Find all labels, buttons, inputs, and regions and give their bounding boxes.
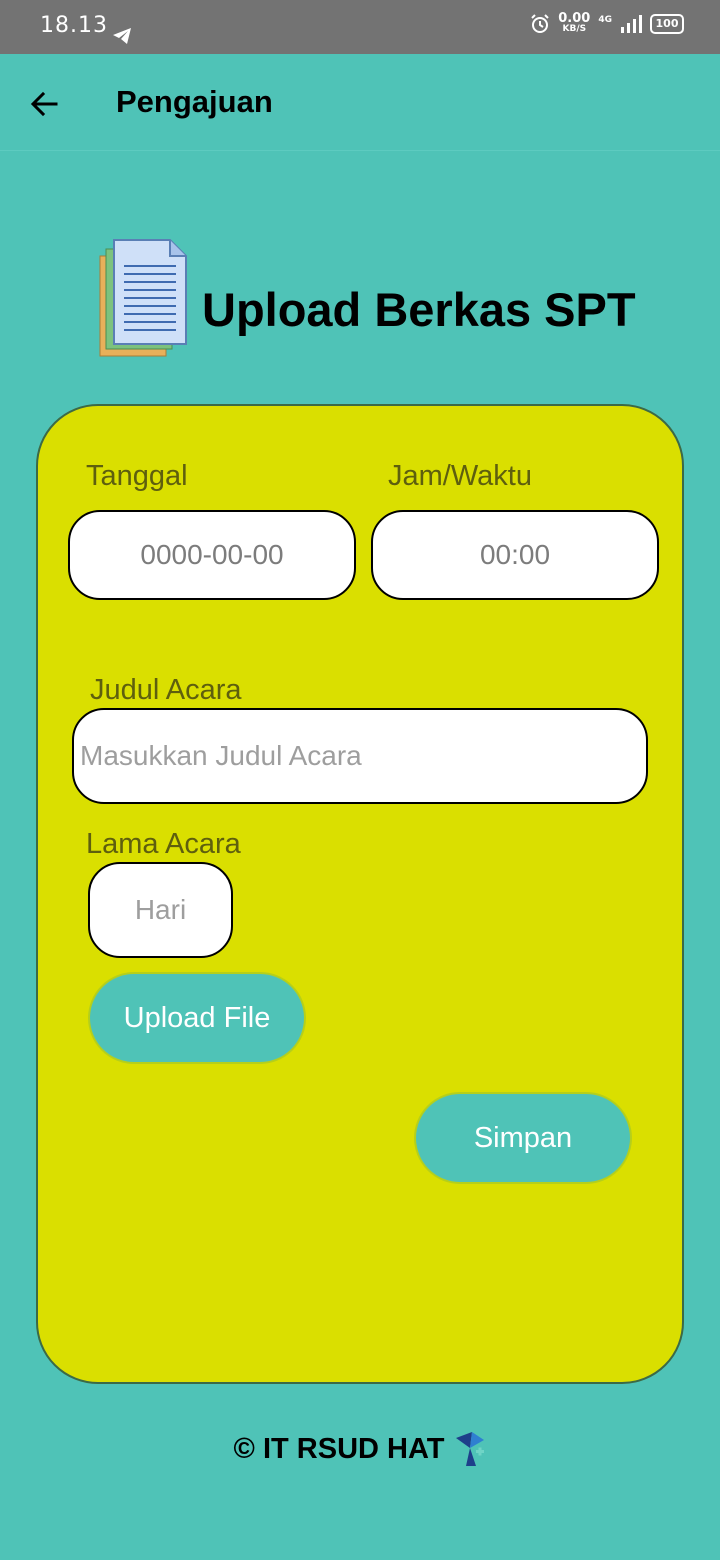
- footer: © IT RSUD HAT: [0, 1430, 720, 1468]
- network-speed-value: 0.00: [558, 11, 591, 26]
- app-bar: Pengajuan: [0, 54, 720, 151]
- form-card: Tanggal Jam/Waktu 0000-00-00 00:00 Judul…: [36, 404, 684, 1384]
- status-bar: 18.13 0.00 KB/S 4G 100: [0, 0, 720, 54]
- date-label: Tanggal: [86, 460, 188, 492]
- network-type: 4G: [598, 15, 612, 25]
- save-button[interactable]: Simpan: [414, 1092, 632, 1184]
- document-stack-icon: [99, 239, 187, 357]
- page-title: Pengajuan: [116, 84, 273, 119]
- network-speed: 0.00 KB/S: [558, 11, 591, 34]
- time-field[interactable]: 00:00: [371, 510, 659, 600]
- telegram-icon: [113, 28, 131, 44]
- time-label: Jam/Waktu: [388, 460, 532, 492]
- event-title-input[interactable]: Masukkan Judul Acara: [72, 708, 648, 804]
- battery-level: 100: [650, 14, 684, 34]
- status-indicators: 0.00 KB/S 4G 100: [530, 11, 684, 34]
- back-button[interactable]: [24, 84, 64, 124]
- status-time: 18.13: [40, 13, 108, 38]
- signal-icon: [621, 15, 642, 33]
- upload-file-button[interactable]: Upload File: [88, 972, 306, 1064]
- page-heading: Upload Berkas SPT: [202, 283, 636, 336]
- network-speed-unit: KB/S: [562, 24, 587, 34]
- date-field[interactable]: 0000-00-00: [68, 510, 356, 600]
- hospital-logo-icon: [456, 1432, 485, 1466]
- duration-input[interactable]: Hari: [88, 862, 233, 958]
- arrow-left-icon: [30, 91, 58, 117]
- duration-label: Lama Acara: [86, 828, 241, 860]
- footer-text: © IT RSUD HAT: [233, 1432, 445, 1465]
- alarm-icon: [531, 14, 549, 33]
- event-title-label: Judul Acara: [90, 674, 242, 706]
